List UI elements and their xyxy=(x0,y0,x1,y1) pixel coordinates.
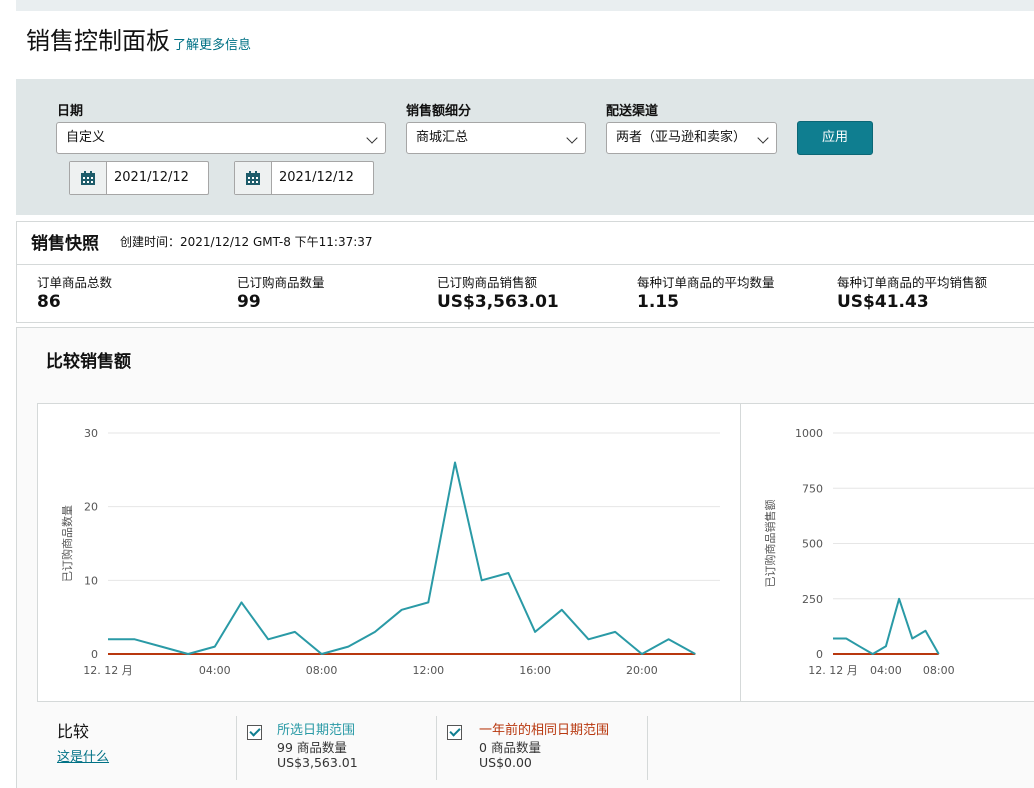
metric-avg-sales-per-item: 每种订单商品的平均销售额 US$41.43 xyxy=(837,272,987,312)
y-tick-label: 0 xyxy=(816,648,823,661)
x-tick-label: 08:00 xyxy=(306,664,338,677)
units-text: 商品数量 xyxy=(490,740,541,755)
y-tick-label: 0 xyxy=(91,648,98,661)
y-tick-label: 250 xyxy=(802,593,823,606)
fulfillment-channel-value: 两者（亚马逊和卖家） xyxy=(616,130,747,145)
units-text: 商品数量 xyxy=(296,740,347,755)
series-line xyxy=(833,597,940,655)
legend-separator xyxy=(436,716,437,780)
y-tick-label: 10 xyxy=(84,574,98,587)
legend-separator xyxy=(236,716,237,780)
y-axis-label: 已订购商品数量 xyxy=(60,505,74,582)
learn-more-link[interactable]: 了解更多信息 xyxy=(173,34,251,53)
y-tick-label: 30 xyxy=(84,427,98,440)
selected-range-checkbox[interactable] xyxy=(247,725,262,740)
legend-separator xyxy=(647,716,648,780)
legend-last-year-title: 一年前的相同日期范围 xyxy=(479,723,610,738)
units-count: 99 xyxy=(277,740,293,755)
units-ordered-chart: 0 10 20 30 12. 12 月 04:00 08:00 12:00 16:00 20:00… xyxy=(60,427,720,677)
compare-sales-title: 比较销售额 xyxy=(46,352,131,372)
x-tick-label: 16:00 xyxy=(519,664,551,677)
breakdown-filter-label: 销售额细分 xyxy=(406,104,472,119)
calendar-icon xyxy=(246,171,260,185)
legend-selected-range-sales: US$3,563.01 xyxy=(277,755,358,770)
channel-filter-label: 配送渠道 xyxy=(606,104,659,119)
end-date-calendar-button[interactable] xyxy=(235,162,272,194)
calendar-icon xyxy=(81,171,95,185)
y-axis-label: 已订购商品销售额 xyxy=(763,500,777,588)
metric-value: US$3,563.01 xyxy=(437,292,559,312)
chevron-down-icon xyxy=(566,132,578,144)
legend-last-year-sales: US$0.00 xyxy=(479,755,532,770)
fulfillment-channel-select[interactable]: 两者（亚马逊和卖家） xyxy=(606,122,777,154)
legend-last-year-units: 0 商品数量 xyxy=(479,737,541,756)
metric-value: 99 xyxy=(237,292,261,312)
snapshot-created-time: 创建时间：2021/12/12 GMT-8 下午11:37:37 xyxy=(120,235,373,249)
metric-ordered-sales: 已订购商品销售额 US$3,563.01 xyxy=(437,272,559,312)
chevron-down-icon xyxy=(757,132,769,144)
metric-value: 86 xyxy=(37,292,61,312)
y-tick-label: 20 xyxy=(84,501,98,514)
x-tick-label: 20:00 xyxy=(626,664,658,677)
metric-units-ordered: 已订购商品数量 99 xyxy=(237,272,325,312)
y-tick-label: 500 xyxy=(802,538,823,551)
metric-label: 已订购商品数量 xyxy=(237,275,325,290)
start-date-value: 2021/12/12 xyxy=(114,170,189,185)
units-count: 0 xyxy=(479,740,487,755)
series-line xyxy=(108,461,696,655)
y-tick-label: 750 xyxy=(802,482,823,495)
metric-total-order-items: 订单商品总数 86 xyxy=(37,272,112,312)
start-date-field[interactable]: 2021/12/12 xyxy=(69,161,209,195)
metric-label: 每种订单商品的平均数量 xyxy=(637,275,775,290)
legend-selected-range-title: 所选日期范围 xyxy=(277,723,356,738)
metric-avg-units-per-item: 每种订单商品的平均数量 1.15 xyxy=(637,272,775,312)
date-range-value: 自定义 xyxy=(66,130,106,145)
sales-snapshot-title: 销售快照 xyxy=(31,234,99,254)
metric-label: 每种订单商品的平均销售额 xyxy=(837,275,988,290)
metric-label: 订单商品总数 xyxy=(37,275,113,290)
start-date-calendar-button[interactable] xyxy=(70,162,107,194)
what-is-this-link[interactable]: 这是什么 xyxy=(57,746,109,765)
compare-label: 比较 xyxy=(57,722,90,741)
metric-value: US$41.43 xyxy=(837,292,929,312)
date-range-select[interactable]: 自定义 xyxy=(56,122,386,154)
sales-breakdown-value: 商城汇总 xyxy=(416,130,469,145)
date-filter-label: 日期 xyxy=(57,104,84,119)
metric-label: 已订购商品销售额 xyxy=(437,275,538,290)
legend-selected-range-units: 99 商品数量 xyxy=(277,737,347,756)
x-tick-label: 04:00 xyxy=(199,664,231,677)
end-date-field[interactable]: 2021/12/12 xyxy=(234,161,374,195)
end-date-value: 2021/12/12 xyxy=(279,170,354,185)
x-tick-label: 12. 12 月 xyxy=(83,664,132,677)
sales-breakdown-select[interactable]: 商城汇总 xyxy=(406,122,586,154)
x-tick-label: 12:00 xyxy=(412,664,444,677)
x-tick-label: 04:00 xyxy=(870,664,902,677)
ordered-sales-chart: 0 250 500 750 1000 12. 12 月 04:00 08:00 已订购商品销售额 xyxy=(763,427,1034,677)
x-tick-label: 08:00 xyxy=(923,664,955,677)
last-year-checkbox[interactable] xyxy=(447,725,462,740)
top-strip xyxy=(16,0,1034,11)
y-tick-label: 1000 xyxy=(795,427,823,440)
apply-button[interactable]: 应用 xyxy=(797,121,873,155)
metric-value: 1.15 xyxy=(637,292,679,312)
x-tick-label: 12. 12 月 xyxy=(808,664,857,677)
chevron-down-icon xyxy=(366,132,378,144)
page-title: 销售控制面板 xyxy=(26,27,170,55)
